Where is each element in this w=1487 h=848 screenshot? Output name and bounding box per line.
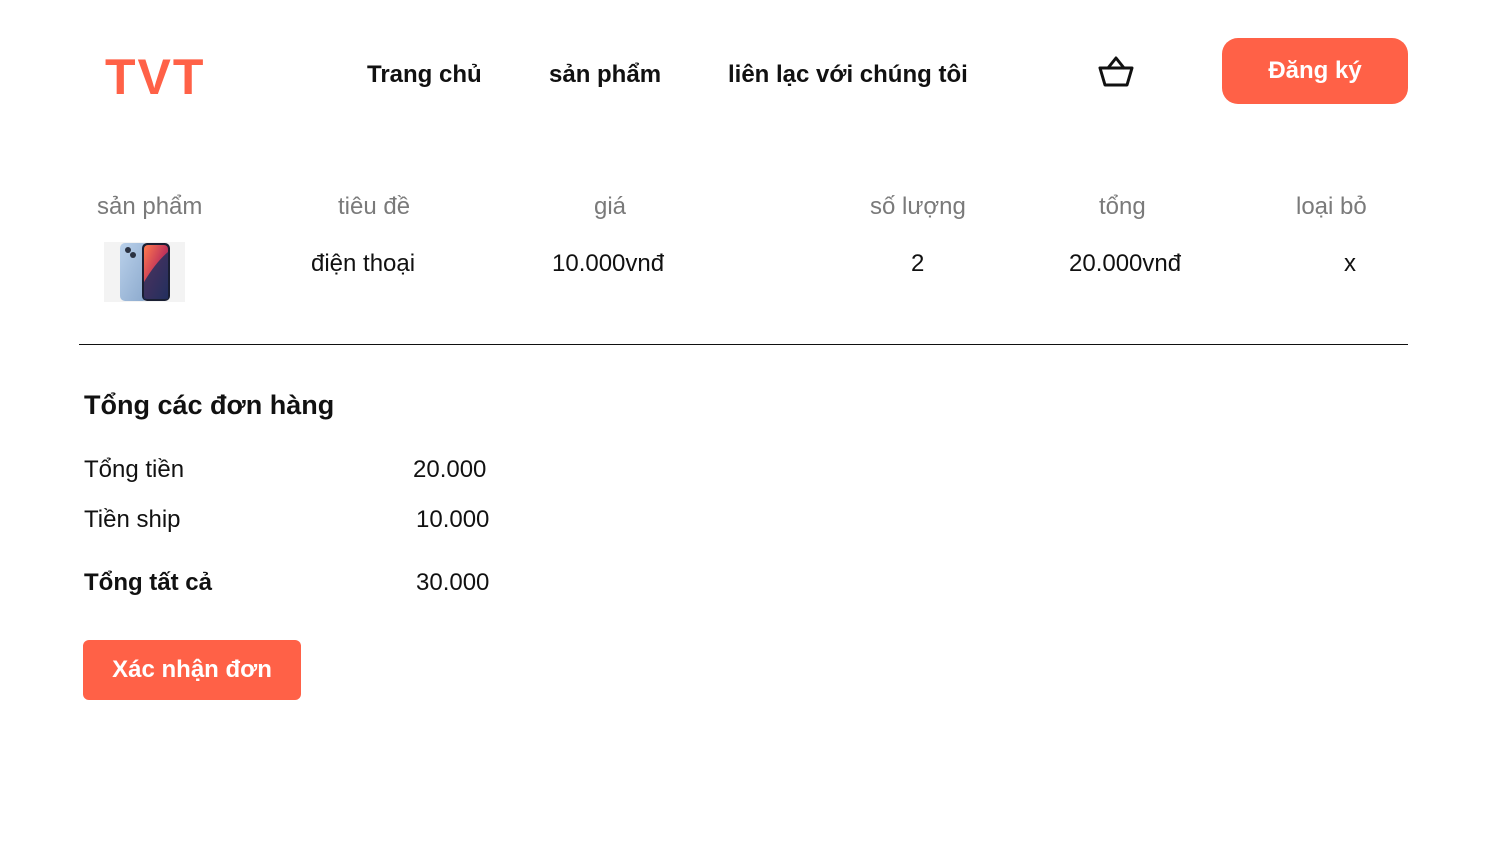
confirm-order-button[interactable]: Xác nhận đơn <box>83 640 301 700</box>
row-total: 20.000vnđ <box>1069 250 1182 277</box>
row-title: điện thoại <box>311 250 416 277</box>
column-header-remove: loại bỏ <box>1296 193 1367 220</box>
nav-contact-link[interactable]: liên lạc với chúng tôi <box>728 60 968 90</box>
grand-total-value: 30.000 <box>416 569 490 596</box>
nav-home-link[interactable]: Trang chủ <box>367 60 482 90</box>
shipping-value: 10.000 <box>416 506 490 533</box>
row-price: 10.000vnđ <box>552 250 665 277</box>
nav-products-link[interactable]: sản phẩm <box>549 60 661 90</box>
column-header-product: sản phẩm <box>97 193 203 220</box>
grand-total-label: Tổng tất cả <box>84 569 213 596</box>
logo[interactable]: TVT <box>105 50 205 104</box>
order-summary-title: Tổng các đơn hàng <box>84 390 335 420</box>
product-image[interactable] <box>104 242 185 302</box>
subtotal-label: Tổng tiền <box>84 456 185 483</box>
divider <box>79 344 1408 345</box>
row-quantity[interactable]: 2 <box>911 249 924 279</box>
subtotal-value: 20.000 <box>413 456 487 483</box>
column-header-title: tiêu đề <box>338 193 411 220</box>
column-header-total: tổng <box>1099 193 1146 220</box>
column-header-price: giá <box>594 193 627 220</box>
remove-item-button[interactable]: x <box>1344 249 1356 279</box>
cart-page: TVT Trang chủ sản phẩm liên lạc với chún… <box>0 0 1487 848</box>
basket-icon[interactable] <box>1096 52 1136 92</box>
shipping-label: Tiền ship <box>84 506 181 533</box>
signup-button[interactable]: Đăng ký <box>1222 38 1408 104</box>
column-header-quantity: số lượng <box>870 193 966 220</box>
